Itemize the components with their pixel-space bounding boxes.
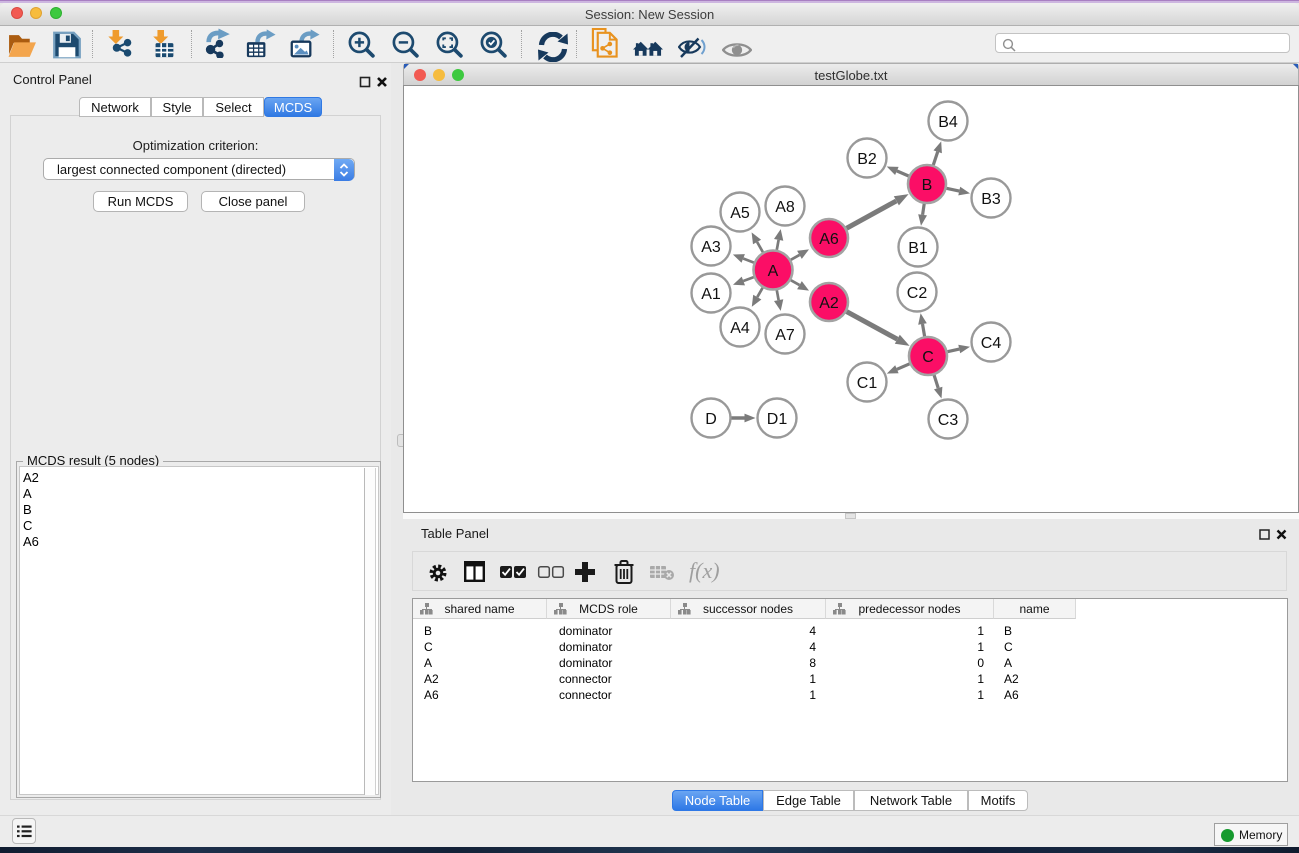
svg-text:B3: B3 bbox=[981, 191, 1001, 208]
svg-text:A6: A6 bbox=[819, 231, 839, 248]
svg-text:C4: C4 bbox=[981, 335, 1002, 352]
svg-text:C: C bbox=[922, 349, 934, 366]
svg-text:A2: A2 bbox=[819, 295, 839, 312]
svg-text:A1: A1 bbox=[701, 286, 721, 303]
svg-text:B1: B1 bbox=[908, 240, 928, 257]
svg-text:C1: C1 bbox=[857, 375, 878, 392]
svg-text:C3: C3 bbox=[938, 412, 959, 429]
svg-text:B2: B2 bbox=[857, 151, 877, 168]
svg-text:D1: D1 bbox=[767, 411, 788, 428]
svg-text:B4: B4 bbox=[938, 114, 958, 131]
svg-text:A7: A7 bbox=[775, 327, 795, 344]
svg-text:A5: A5 bbox=[730, 205, 750, 222]
svg-text:B: B bbox=[922, 177, 933, 194]
svg-text:A: A bbox=[768, 263, 779, 280]
svg-text:A8: A8 bbox=[775, 199, 795, 216]
svg-text:C2: C2 bbox=[907, 285, 928, 302]
svg-text:A3: A3 bbox=[701, 239, 721, 256]
svg-text:A4: A4 bbox=[730, 320, 750, 337]
svg-text:D: D bbox=[705, 411, 717, 428]
